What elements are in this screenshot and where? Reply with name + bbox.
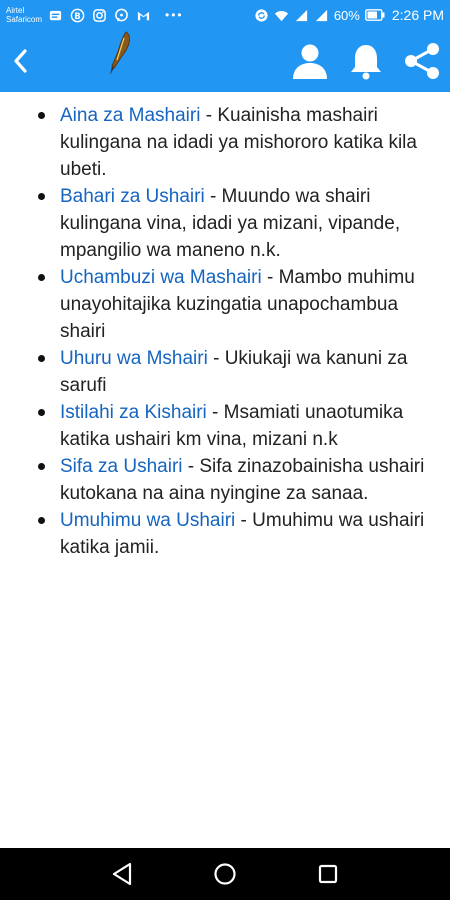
instagram-icon [92,8,107,23]
bell-icon [351,45,381,80]
battery-percent: 60% [333,7,360,23]
system-nav-bar [0,848,450,900]
profile-icon [293,44,327,79]
chat-icon [114,8,129,23]
list-item: Sifa za Ushairi - Sifa zinazobainisha us… [34,453,438,507]
list-item: Uhuru wa Mshairi - Ukiukaji wa kanuni za… [34,345,438,399]
notification-icons: B [48,8,151,23]
topic-link-uhuru-wa-mshairi[interactable]: Uhuru wa Mshairi [60,348,208,369]
system-status: 60% 2:26 PM [254,7,444,23]
list-item: Istilahi za Kishairi - Msamiati unaotumi… [34,399,438,453]
nav-back-button[interactable] [102,854,142,894]
topic-link-istilahi-za-kishairi[interactable]: Istilahi za Kishairi [60,402,207,423]
app-bar [0,30,450,92]
recents-square-icon [319,864,338,884]
topics-content: Aina za Mashairi - Kuainisha mashairi ku… [0,92,450,561]
topic-link-umuhimu-wa-ushairi[interactable]: Umuhimu wa Ushairi [60,510,235,531]
quill-pen-icon [102,30,136,76]
topic-list: Aina za Mashairi - Kuainisha mashairi ku… [34,102,438,561]
carrier-line-2: Safaricom [6,15,43,24]
list-item: Uchambuzi wa Mashairi - Mambo muhimu una… [34,264,438,345]
notifications-button[interactable] [338,30,394,92]
signal-icon-1 [294,8,309,23]
carrier-line-1: Airtel [6,6,25,15]
gmail-icon [136,8,151,23]
share-icon [405,43,439,79]
profile-button[interactable] [282,30,338,92]
more-notifications-dots: ••• [165,8,184,22]
carrier-label: Airtel Safaricom [6,6,42,24]
list-item: Aina za Mashairi - Kuainisha mashairi ku… [34,102,438,183]
b-app-icon: B [70,8,85,23]
sync-icon [254,8,269,23]
topic-link-sifa-za-ushairi[interactable]: Sifa za Ushairi [60,456,183,477]
list-item: Umuhimu wa Ushairi - Umuhimu wa ushairi … [34,507,438,561]
message-icon [48,8,63,23]
topic-link-uchambuzi-wa-mashairi[interactable]: Uchambuzi wa Mashairi [60,267,262,288]
clock: 2:26 PM [391,7,444,23]
battery-icon [364,8,385,23]
signal-icon-2 [314,8,329,23]
svg-text:B: B [74,10,80,20]
topic-link-bahari-za-ushairi[interactable]: Bahari za Ushairi [60,186,205,207]
topic-link-aina-za-mashairi[interactable]: Aina za Mashairi [60,105,200,126]
share-button[interactable] [394,30,450,92]
status-bar: Airtel Safaricom B ••• 60% 2:26 PM [0,0,450,30]
nav-recents-button[interactable] [308,854,348,894]
back-triangle-icon [112,862,131,886]
wifi-icon [274,8,289,23]
app-bar-actions [282,30,450,92]
list-item: Bahari za Ushairi - Muundo wa shairi kul… [34,183,438,264]
back-button[interactable] [0,30,40,92]
home-circle-icon [214,863,236,885]
chevron-left-icon [14,49,27,73]
nav-home-button[interactable] [205,854,245,894]
